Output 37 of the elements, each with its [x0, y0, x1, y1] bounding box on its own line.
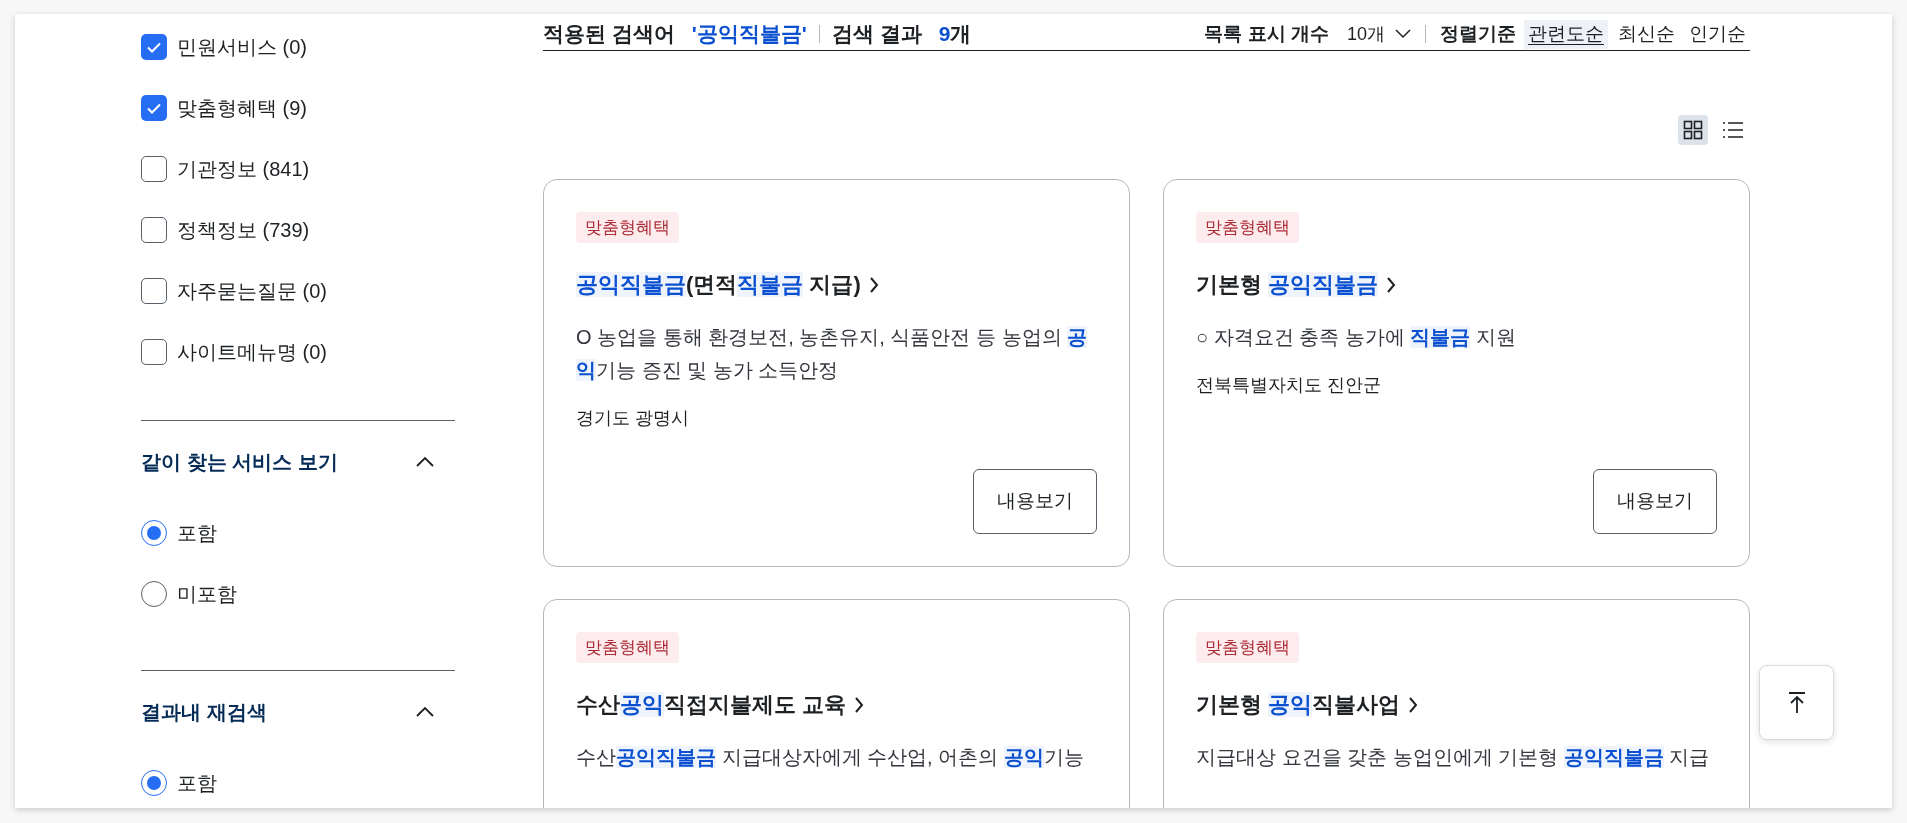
card-title-link[interactable]: 기본형 공익직불사업	[1196, 689, 1401, 721]
search-keyword: '공익직불금'	[691, 21, 807, 47]
card-title-link[interactable]: 기본형 공익직불금	[1196, 269, 1379, 301]
category-badge: 맞춤형혜택	[576, 631, 679, 663]
applied-keyword-label: 적용된 검색어	[543, 21, 675, 47]
filter-label: 민원서비스 (0)	[177, 35, 307, 60]
sort-option[interactable]: 인기순	[1685, 20, 1750, 49]
filter-label: 자주묻는질문 (0)	[177, 279, 327, 304]
card-title-link[interactable]: 공익직불금(면적직불금 지급)	[576, 269, 861, 301]
view-details-button[interactable]: 내용보기	[1593, 468, 1717, 534]
radio-label: 포함	[177, 771, 217, 796]
sort-label: 정렬기준	[1440, 22, 1516, 46]
page-size-label: 목록 표시 개수	[1204, 22, 1329, 46]
filter-label: 맞춤형혜택 (9)	[177, 96, 307, 121]
card-description: 지급대상 요건을 갖춘 농업인에게 기본형 공익직불금 지급	[1196, 745, 1711, 770]
view-details-button[interactable]: 내용보기	[973, 468, 1097, 534]
result-label: 검색 결과	[831, 21, 922, 47]
category-badge: 맞춤형혜택	[1196, 211, 1299, 243]
card-title-link[interactable]: 수산공익직접지불제도 교육	[576, 689, 847, 721]
card-region: 경기도 광명시	[576, 407, 690, 430]
filter-label: 사이트메뉴명 (0)	[177, 340, 327, 365]
filter-label: 정책정보 (739)	[177, 218, 310, 243]
category-badge: 맞춤형혜택	[1196, 631, 1299, 663]
radio-label: 포함	[177, 521, 217, 546]
section-title: 결과내 재검색	[141, 700, 267, 725]
radio-label: 미포함	[177, 582, 237, 607]
page-size-dropdown[interactable]: 10개	[1346, 20, 1411, 48]
filter-label: 기관정보 (841)	[177, 157, 310, 182]
category-badge: 맞춤형혜택	[576, 211, 679, 243]
card-region: 전북특별자치도 진안군	[1196, 374, 1382, 397]
card-description: ○ 자격요건 충족 농가에 직불금 지원	[1196, 325, 1517, 350]
card-description: O 농업을 통해 환경보전, 농촌유지, 식품안전 등 농업의 공익기능 증진 및 농가 소득안정	[576, 325, 1089, 383]
result-count: 9개	[938, 21, 972, 47]
sort-option[interactable]: 관련도순	[1524, 20, 1608, 49]
sort-option[interactable]: 최신순	[1614, 20, 1679, 49]
card-description: 수산공익직불금 지급대상자에게 수산업, 어촌의 공익기능	[576, 745, 1085, 770]
section-title: 같이 찾는 서비스 보기	[141, 450, 338, 475]
